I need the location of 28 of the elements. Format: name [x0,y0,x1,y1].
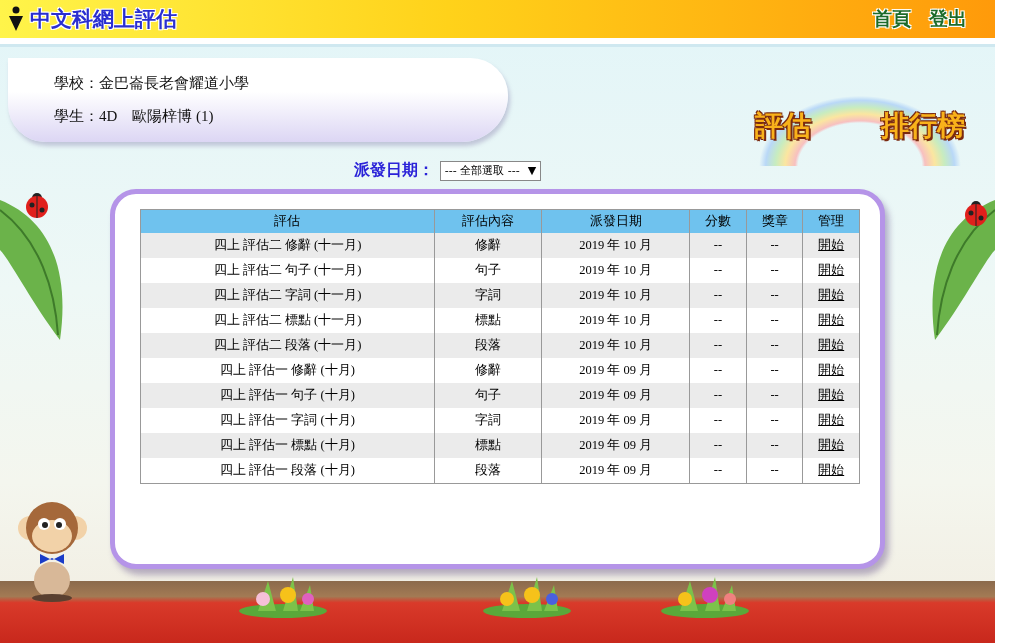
column-header: 評估內容 [434,209,542,233]
table-cell: 段落 [434,458,542,484]
start-link[interactable]: 開始 [818,263,845,277]
student-info: 學生：4D 歐陽梓博 (1) [54,107,215,126]
start-link[interactable]: 開始 [818,438,845,452]
logo-word: 排行榜 [879,108,966,144]
filter-label: 派發日期： [353,160,434,181]
column-header: 管理 [802,209,860,233]
date-select[interactable]: --- 全部選取 --- ▼ [439,160,542,181]
table-cell: -- [689,458,747,484]
table-cell: 2019 年 09 月 [541,458,690,484]
column-header: 獎章 [746,209,803,233]
table-cell: -- [746,458,803,484]
start-link[interactable]: 開始 [818,238,845,252]
start-link[interactable]: 開始 [818,413,845,427]
start-link[interactable]: 開始 [818,388,845,402]
start-link[interactable]: 開始 [818,288,845,302]
start-link[interactable]: 開始 [818,313,845,327]
school-info: 學校：金巴崙長老會耀道小學 [54,74,250,93]
site-title: 中文科網上評估 [30,6,177,33]
table-cell: 四上 評估一 段落 (十月) [140,458,435,484]
logo-word: 評估 [754,108,812,144]
column-header: 派發日期 [541,209,690,233]
start-link[interactable]: 開始 [818,463,845,477]
start-link[interactable]: 開始 [818,338,845,352]
start-link[interactable]: 開始 [818,363,845,377]
column-header: 評估 [140,209,435,233]
column-header: 分數 [689,209,747,233]
